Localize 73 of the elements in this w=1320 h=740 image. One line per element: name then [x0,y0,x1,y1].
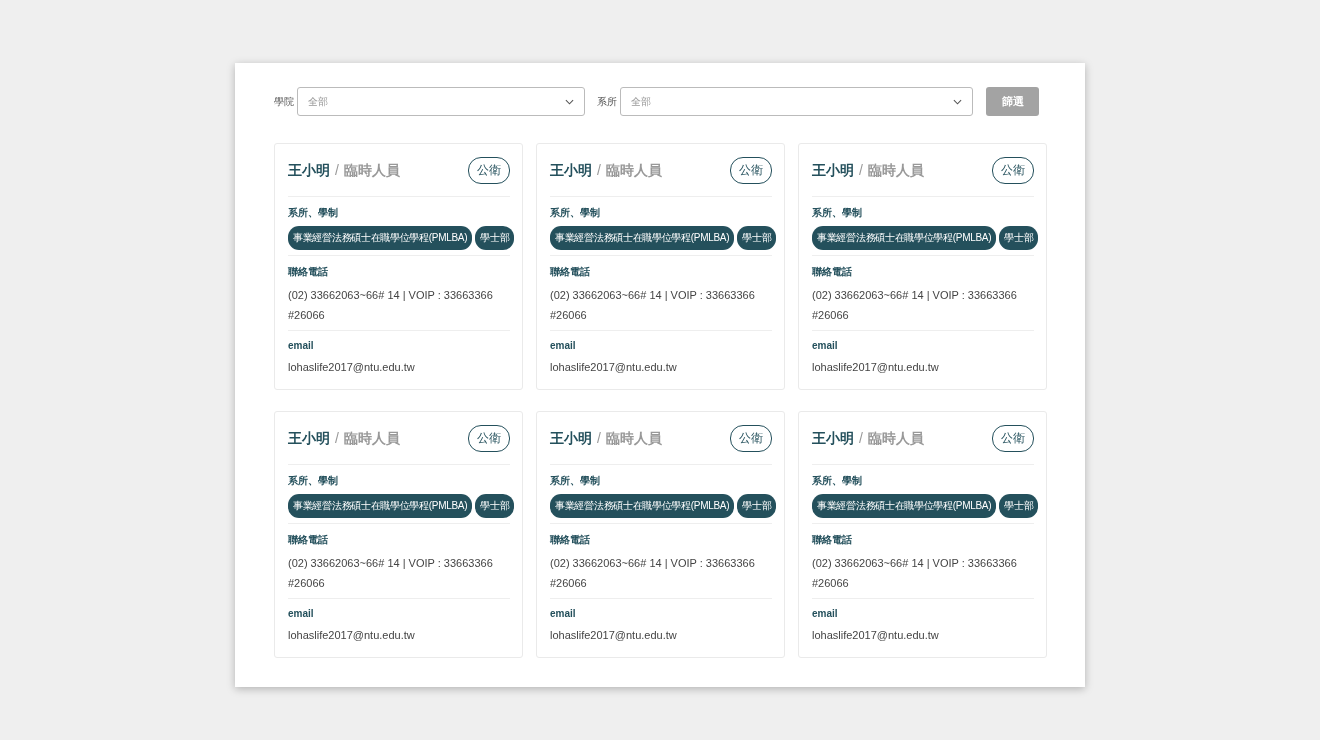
email-text: lohaslife2017@ntu.edu.tw [812,360,940,375]
phone-text: (02) 33662063~66# 14 | VOIP : 33663366 #26066 [550,288,755,323]
email-text: lohaslife2017@ntu.edu.tw [288,628,416,643]
email-text: lohaslife2017@ntu.edu.tw [550,360,678,375]
separator: / [597,429,601,446]
separator: / [859,429,863,446]
unit-tag: 公衛 [992,425,1034,452]
program-tag: 學士部 [737,494,777,518]
chevron-down-icon [565,98,574,105]
separator: / [597,161,601,178]
section-label: 系所、學制 [812,206,863,220]
person-name: 王小明 [288,429,330,446]
person-role: 臨時人員 [605,161,662,178]
program-tag: 事業經營法務碩士在職學位學程(PMLBA) [550,494,735,518]
person-role: 臨時人員 [867,161,924,178]
separator: / [859,161,863,178]
program-tag: 事業經營法務碩士在職學位學程(PMLBA) [288,226,473,250]
program-tag: 學士部 [475,226,515,250]
filter-label: 系所 [597,94,617,109]
person-role: 臨時人員 [343,161,400,178]
section-label: email [812,340,839,351]
unit-tag: 公衛 [468,157,510,184]
select-field[interactable]: 全部 [297,87,585,116]
separator: / [335,429,339,446]
program-tag: 學士部 [999,226,1039,250]
section-label: email [550,340,577,351]
filter-button[interactable]: 篩選 [986,87,1039,116]
separator: / [335,161,339,178]
unit-tag: 公衛 [992,157,1034,184]
phone-text: (02) 33662063~66# 14 | VOIP : 33663366 #26066 [812,288,1017,323]
program-tag: 學士部 [999,494,1039,518]
email-text: lohaslife2017@ntu.edu.tw [288,360,416,375]
section-label: email [812,608,839,619]
section-label: 聯絡電話 [288,533,329,547]
section-label: 聯絡電話 [812,265,853,279]
person-role: 臨時人員 [605,429,662,446]
person-name: 王小明 [288,161,330,178]
person-name: 王小明 [812,161,854,178]
phone-text: (02) 33662063~66# 14 | VOIP : 33663366 #26066 [550,556,755,591]
section-label: 系所、學制 [288,474,339,488]
phone-text: (02) 33662063~66# 14 | VOIP : 33663366 #26066 [288,288,493,323]
chevron-down-icon [953,98,962,105]
program-tag: 學士部 [737,226,777,250]
program-tag: 事業經營法務碩士在職學位學程(PMLBA) [812,494,997,518]
person-name: 王小明 [550,429,592,446]
unit-tag: 公衛 [468,425,510,452]
section-label: 聯絡電話 [550,533,591,547]
program-tag: 事業經營法務碩士在職學位學程(PMLBA) [288,494,473,518]
section-label: 聯絡電話 [288,265,329,279]
section-label: email [288,608,315,619]
section-label: 系所、學制 [550,474,601,488]
person-name: 王小明 [812,429,854,446]
section-label: 系所、學制 [288,206,339,220]
select-field[interactable]: 全部 [620,87,973,116]
email-text: lohaslife2017@ntu.edu.tw [550,628,678,643]
section-label: email [550,608,577,619]
person-role: 臨時人員 [343,429,400,446]
unit-tag: 公衛 [730,157,772,184]
unit-tag: 公衛 [730,425,772,452]
section-label: email [288,340,315,351]
program-tag: 事業經營法務碩士在職學位學程(PMLBA) [812,226,997,250]
section-label: 系所、學制 [812,474,863,488]
phone-text: (02) 33662063~66# 14 | VOIP : 33663366 #26066 [288,556,493,591]
filter-label: 學院 [274,94,294,109]
program-tag: 學士部 [475,494,515,518]
section-label: 聯絡電話 [812,533,853,547]
program-tag: 事業經營法務碩士在職學位學程(PMLBA) [550,226,735,250]
section-label: 系所、學制 [550,206,601,220]
email-text: lohaslife2017@ntu.edu.tw [812,628,940,643]
phone-text: (02) 33662063~66# 14 | VOIP : 33663366 #26066 [812,556,1017,591]
person-name: 王小明 [550,161,592,178]
person-role: 臨時人員 [867,429,924,446]
section-label: 聯絡電話 [550,265,591,279]
